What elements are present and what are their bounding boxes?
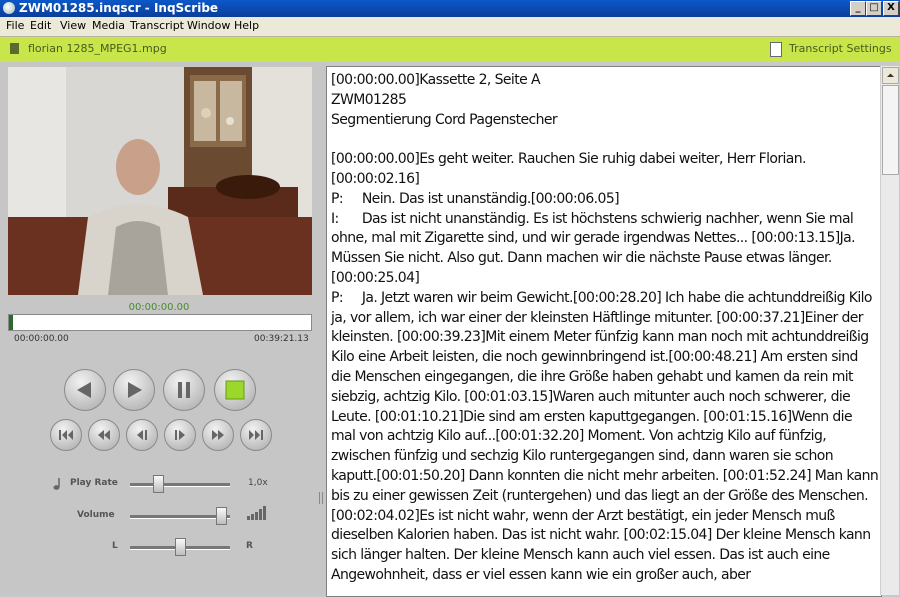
balance-slider-thumb[interactable] [175, 538, 186, 556]
video-frame[interactable] [8, 67, 312, 295]
timeline-scrubber[interactable] [8, 314, 312, 331]
end-timecode: 00:39:21.13 [254, 334, 309, 344]
balance-right-label: R [246, 541, 253, 551]
media-filename[interactable]: florian 1285_MPEG1.mpg [28, 42, 167, 55]
balance-left-label: L [112, 541, 118, 551]
stop-button[interactable] [214, 369, 256, 411]
timeline-playhead[interactable] [9, 315, 13, 330]
rewind-button[interactable] [64, 369, 106, 411]
current-timecode: 00:00:00.00 [128, 302, 190, 313]
chevron-up-icon [887, 73, 894, 77]
scrollbar-thumb[interactable] [882, 85, 899, 175]
fast-backward-button[interactable] [88, 419, 120, 451]
minimize-button[interactable]: _ [850, 1, 866, 16]
menu-media[interactable]: Media [92, 19, 125, 32]
menu-edit[interactable]: Edit [30, 19, 51, 32]
media-file-icon [10, 43, 19, 54]
skip-to-end-icon [249, 430, 263, 440]
menu-transcript[interactable]: Transcript [130, 19, 184, 32]
menu-help[interactable]: Help [234, 19, 259, 32]
step-back-button[interactable] [126, 419, 158, 451]
menu-file[interactable]: File [6, 19, 24, 32]
menu-window[interactable]: Window [187, 19, 230, 32]
skip-to-start-icon [59, 430, 73, 440]
fast-forward-icon [212, 430, 224, 440]
step-forward-icon [175, 430, 185, 440]
step-forward-button[interactable] [164, 419, 196, 451]
play-rate-slider[interactable] [130, 483, 230, 487]
splitter-grip-icon[interactable] [319, 492, 325, 504]
rewind-icon [77, 382, 91, 398]
document-icon[interactable] [770, 42, 782, 57]
fast-forward-button[interactable] [202, 419, 234, 451]
pause-button[interactable] [163, 369, 205, 411]
start-timecode: 00:00:00.00 [14, 334, 69, 344]
fast-backward-icon [98, 430, 110, 440]
step-back-icon [137, 430, 147, 440]
media-file-bar: florian 1285_MPEG1.mpg Transcript Settin… [0, 37, 900, 62]
play-icon [128, 382, 142, 398]
play-rate-slider-thumb[interactable] [152, 475, 164, 493]
media-panel: 00:00:00.00 00:00:00.00 00:39:21.13 Play… [0, 62, 318, 595]
close-button[interactable]: X [883, 1, 899, 16]
go-to-start-button[interactable] [50, 419, 82, 451]
play-button[interactable] [113, 369, 155, 411]
title-bar: ZWM01285.inqscr - InqScribe _ □ X [0, 0, 900, 17]
window-title: ZWM01285.inqscr - InqScribe [19, 1, 219, 15]
app-icon [3, 2, 15, 14]
transcript-text[interactable]: [00:00:00.00]Kassette 2, Seite A ZWM0128… [331, 71, 879, 586]
menu-bar: File Edit View Media Transcript Window H… [0, 17, 900, 37]
scroll-up-button[interactable] [882, 67, 899, 84]
volume-slider-thumb[interactable] [215, 507, 227, 525]
volume-label: Volume [77, 510, 115, 520]
play-rate-value: 1,0x [248, 478, 268, 488]
go-to-end-button[interactable] [240, 419, 272, 451]
maximize-button[interactable]: □ [866, 1, 882, 16]
transcript-settings-button[interactable]: Transcript Settings [789, 42, 892, 55]
menu-view[interactable]: View [60, 19, 86, 32]
volume-bars-icon [247, 506, 266, 520]
stop-icon [225, 380, 245, 400]
transcript-editor[interactable]: [00:00:00.00]Kassette 2, Seite A ZWM0128… [326, 66, 882, 597]
note-icon [53, 478, 60, 490]
pause-icon [178, 382, 190, 398]
play-rate-label: Play Rate [70, 478, 118, 488]
pane-splitter[interactable] [318, 62, 326, 595]
video-image [8, 67, 312, 295]
transcript-scrollbar[interactable] [880, 66, 899, 595]
